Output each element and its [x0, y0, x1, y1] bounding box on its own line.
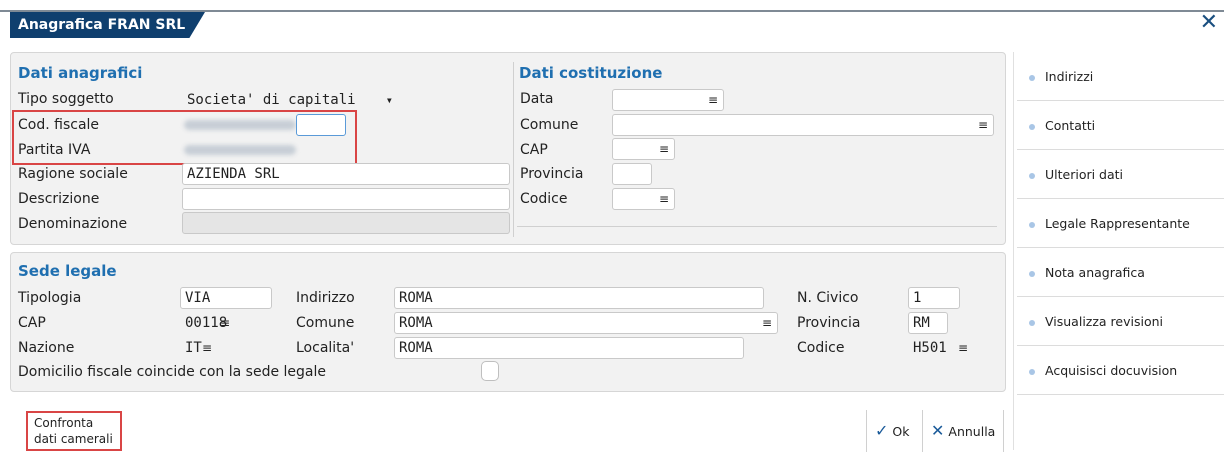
descrizione-label: Descrizione: [18, 191, 100, 207]
cap-sede-label: CAP: [18, 315, 46, 331]
tipologia-input[interactable]: VIA: [180, 287, 272, 309]
close-icon[interactable]: ✕: [1200, 12, 1218, 34]
ragione-sociale-label: Ragione sociale: [18, 166, 128, 182]
menu-icon: ≡: [761, 316, 772, 330]
indirizzo-input[interactable]: ROMA: [394, 287, 764, 309]
section-title-dati-anagrafici: Dati anagrafici: [18, 64, 143, 82]
comune-sede-label: Comune: [296, 315, 355, 331]
data-label: Data: [520, 91, 554, 107]
costituzione-divider: [517, 226, 997, 227]
provincia-costituzione-label: Provincia: [520, 166, 584, 182]
sidebar-item-nota-anagrafica[interactable]: Nota anagrafica: [1017, 248, 1224, 297]
indirizzo-label: Indirizzo: [296, 290, 355, 306]
sidebar-item-visualizza-revisioni[interactable]: Visualizza revisioni: [1017, 297, 1224, 346]
section-title-dati-costituzione: Dati costituzione: [519, 64, 663, 82]
nazione-value: IT: [185, 340, 202, 356]
bullet-icon: [1029, 172, 1035, 179]
comune-costituzione-label: Comune: [520, 117, 579, 133]
tipo-soggetto-value: Societa' di capitali: [187, 92, 356, 108]
chevron-down-icon: ▾: [385, 93, 393, 107]
annulla-button[interactable]: ✕ Annulla: [922, 410, 1005, 452]
tipologia-label: Tipologia: [18, 290, 82, 306]
bullet-icon: [1029, 221, 1035, 228]
sidebar-item-ulteriori-dati[interactable]: Ulteriori dati: [1017, 150, 1224, 199]
domicilio-fiscale-checkbox[interactable]: [481, 361, 499, 381]
tipo-soggetto-label: Tipo soggetto: [18, 91, 114, 107]
provincia-sede-input[interactable]: RM: [908, 312, 948, 334]
comune-sede-input[interactable]: ROMA ≡: [394, 312, 778, 334]
nazione-label: Nazione: [18, 340, 75, 356]
codice-sede-input[interactable]: H501 ≡: [908, 337, 974, 359]
localita-label: Localita': [296, 340, 355, 356]
tipo-soggetto-select[interactable]: Societa' di capitali ▾: [182, 89, 398, 111]
menu-icon: ≡: [658, 142, 669, 156]
bullet-icon: [1029, 74, 1035, 81]
cap-costituzione-input[interactable]: ≡: [612, 138, 675, 160]
highlight-codice-fiscale-partita-iva: [12, 110, 357, 165]
codice-sede-label: Codice: [797, 340, 845, 356]
ragione-sociale-input[interactable]: AZIENDA SRL: [182, 163, 510, 185]
ok-button[interactable]: ✓ Ok: [866, 410, 917, 452]
section-title-sede-legale: Sede legale: [18, 262, 117, 280]
ok-label: Ok: [892, 424, 910, 439]
bullet-icon: [1029, 319, 1035, 326]
sidebar-item-label: Visualizza revisioni: [1045, 314, 1163, 329]
confronta-label-line1: Confronta: [34, 416, 94, 430]
domicilio-fiscale-label: Domicilio fiscale coincide con la sede l…: [18, 364, 326, 380]
provincia-sede-label: Provincia: [797, 315, 861, 331]
menu-icon: ≡: [201, 341, 212, 355]
codice-costituzione-label: Codice: [520, 191, 568, 207]
bullet-icon: [1029, 368, 1035, 375]
bullet-icon: [1029, 270, 1035, 277]
n-civico-label: N. Civico: [797, 290, 859, 306]
check-icon: ✓: [875, 421, 889, 440]
denominazione-input: [182, 212, 510, 234]
menu-icon: ≡: [707, 93, 718, 107]
bullet-icon: [1029, 123, 1035, 130]
cap-sede-input[interactable]: 00118 ≡: [180, 312, 236, 334]
window-title: Anagrafica FRAN SRL: [10, 12, 205, 38]
sidebar-item-label: Ulteriori dati: [1045, 167, 1124, 182]
data-input[interactable]: ≡: [612, 89, 724, 111]
comune-sede-value: ROMA: [399, 315, 433, 331]
menu-icon: ≡: [658, 192, 669, 206]
sidebar-item-contatti[interactable]: Contatti: [1017, 101, 1224, 150]
sidebar-item-label: Acquisisci docuvision: [1045, 363, 1178, 378]
sidebar-item-label: Nota anagrafica: [1045, 265, 1145, 280]
menu-icon: ≡: [219, 316, 230, 330]
comune-costituzione-input[interactable]: ≡: [612, 114, 994, 136]
menu-icon: ≡: [957, 341, 968, 355]
sidebar-divider: [1013, 52, 1014, 450]
cap-costituzione-label: CAP: [520, 142, 548, 158]
menu-icon: ≡: [977, 118, 988, 132]
window-top-border: [0, 10, 1224, 12]
sidebar-item-indirizzi[interactable]: Indirizzi: [1017, 52, 1224, 101]
sidebar-item-label: Legale Rappresentante: [1045, 216, 1190, 231]
sidebar-item-label: Indirizzi: [1045, 69, 1094, 84]
nazione-input[interactable]: IT ≡: [180, 337, 218, 359]
sidebar-item-label: Contatti: [1045, 118, 1096, 133]
codice-sede-value: H501: [913, 340, 947, 356]
n-civico-input[interactable]: 1: [908, 287, 960, 309]
section-divider: [513, 62, 514, 237]
descrizione-input[interactable]: [182, 188, 510, 210]
denominazione-label: Denominazione: [18, 216, 128, 232]
confronta-dati-camerali-button[interactable]: Confronta dati camerali: [26, 411, 122, 451]
localita-input[interactable]: ROMA: [394, 337, 744, 359]
provincia-costituzione-input[interactable]: [612, 163, 652, 185]
codice-costituzione-input[interactable]: ≡: [612, 188, 675, 210]
close-icon: ✕: [931, 421, 945, 440]
confronta-label-line2: dati camerali: [34, 432, 113, 446]
annulla-label: Annulla: [948, 424, 996, 439]
sidebar-item-acquisisci-docuvision[interactable]: Acquisisci docuvision: [1017, 346, 1224, 395]
sidebar-item-legale-rappresentante[interactable]: Legale Rappresentante: [1017, 199, 1224, 248]
